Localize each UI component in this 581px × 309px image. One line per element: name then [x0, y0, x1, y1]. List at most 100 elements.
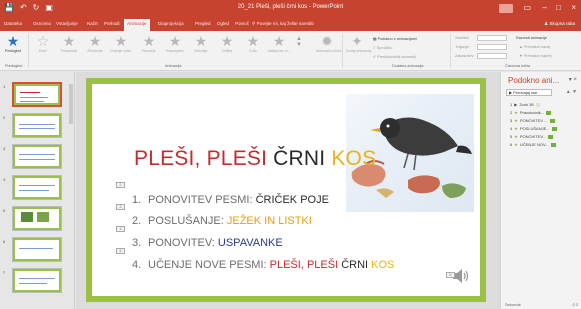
- animation-item[interactable]: 2 ★ Pravokotnik...: [510, 110, 552, 115]
- slide-thumbnail[interactable]: [12, 268, 62, 293]
- arrow-down-icon[interactable]: ▼: [572, 89, 577, 95]
- duration-input[interactable]: [477, 44, 507, 50]
- move-later-label: Premakni naprej: [523, 54, 552, 58]
- anim-random[interactable]: ★ Naključne vr...: [268, 33, 291, 53]
- effect-options-button[interactable]: ✹ Možnosti učinka: [316, 33, 342, 53]
- slide-thumbnail[interactable]: [12, 113, 62, 138]
- ribbon-tabs: Datoteka Osnovno Vstavljanje Načrt Preho…: [0, 18, 581, 31]
- start-select[interactable]: [477, 35, 507, 41]
- play-all-button[interactable]: ▶ Predvajaj vse: [506, 89, 552, 96]
- animation-pane-button[interactable]: ▦ Podokno z animacijami: [373, 36, 417, 41]
- thumb-image: [37, 212, 49, 222]
- animation-marker[interactable]: 5: [116, 248, 125, 254]
- anim-timing-bar: [546, 110, 552, 115]
- thumb-line: [19, 185, 55, 186]
- ribbon-separator: [450, 34, 451, 68]
- tab-help[interactable]: Pomoč: [235, 21, 249, 26]
- trigger-button[interactable]: ⚡ Sprožilec: [373, 45, 392, 50]
- anim-number: 2: [510, 110, 513, 115]
- arrow-up-icon[interactable]: ▲: [566, 89, 571, 95]
- maximize-icon[interactable]: □: [556, 3, 561, 12]
- seconds-label: Sekunde: [505, 302, 521, 307]
- star-icon: ★: [142, 33, 156, 49]
- tab-design[interactable]: Načrt: [87, 21, 98, 26]
- animation-marker[interactable]: 6: [446, 272, 455, 278]
- restore-icon[interactable]: ▭: [523, 3, 531, 12]
- thumbnails-scrollbar[interactable]: [69, 84, 73, 124]
- anim-shape[interactable]: ★ Oblika: [216, 33, 238, 53]
- reorder-arrows[interactable]: ▲ ▼: [566, 89, 577, 95]
- thumb-number: 5: [3, 208, 6, 213]
- agenda-item[interactable]: 2. POSLUŠANJE: JEŽEK IN LISTKI: [132, 215, 312, 227]
- anim-wipe[interactable]: ★ Brisanje: [190, 33, 212, 53]
- agenda-item[interactable]: 4. UČENJE NOVE PESMI: PLEŠI, PLEŠI ČRNI K…: [132, 259, 394, 271]
- slide-thumbnail[interactable]: [12, 82, 62, 107]
- ribbon-separator: [28, 34, 29, 68]
- anim-number: 5: [510, 134, 513, 139]
- pane-footer: Sekunde 0 2: [501, 299, 581, 309]
- anim-appear[interactable]: ★ Prikazanje: [58, 33, 80, 53]
- anim-wheel[interactable]: ★ Kolo: [242, 33, 264, 53]
- tab-review[interactable]: Pregled: [195, 21, 211, 26]
- signin-button[interactable]: [499, 4, 513, 13]
- share-button[interactable]: ♟ Skupna raba: [544, 21, 575, 27]
- animation-item[interactable]: 6 ★ UČENJE NOV...: [510, 142, 556, 147]
- slide-thumbnail[interactable]: [12, 175, 62, 200]
- star-icon: ★: [246, 33, 260, 49]
- minimize-icon[interactable]: –: [543, 3, 547, 12]
- animation-item[interactable]: 5 ★ PONOVITEV...: [510, 134, 554, 139]
- tab-view[interactable]: Ogled: [217, 21, 229, 26]
- tab-home[interactable]: Osnovno: [33, 21, 51, 26]
- thumb-frame: [13, 269, 61, 292]
- tab-slideshow[interactable]: Diaprojekcija: [158, 21, 184, 26]
- add-animation-button[interactable]: ✦ Dodaj animacijo: [346, 33, 372, 53]
- star-icon: ★: [114, 33, 128, 49]
- move-later-button[interactable]: ▼ Premakni naprej: [519, 54, 551, 58]
- delay-input[interactable]: [477, 53, 507, 59]
- painter-button[interactable]: ✐ Preslikovalnik animacij: [373, 54, 415, 59]
- animation-item[interactable]: 4 ★ POSLUŠANJE...: [510, 126, 557, 131]
- animation-marker[interactable]: 2: [116, 182, 125, 188]
- close-icon[interactable]: ×: [573, 77, 577, 83]
- slide-thumbnail[interactable]: [12, 206, 62, 231]
- preview-button[interactable]: ★ Predogled: [2, 33, 24, 53]
- tab-animations[interactable]: Animacije: [124, 19, 150, 31]
- trigger-icon: ⚡: [373, 46, 376, 50]
- tab-insert[interactable]: Vstavljanje: [56, 21, 78, 26]
- anim-none[interactable]: ☆ Brez: [32, 33, 54, 53]
- anim-timing-bar: [535, 102, 540, 107]
- move-earlier-label: Premakni nazaj: [523, 45, 550, 49]
- slide-title[interactable]: PLEŠI, PLEŠI ČRNI KOS: [134, 147, 376, 171]
- anim-label: POSLUŠANJE...: [519, 126, 550, 131]
- thumb-line: [19, 124, 55, 125]
- anim-label: Plavanje: [142, 49, 156, 53]
- agenda-item[interactable]: 3. PONOVITEV: USPAVANKE: [132, 237, 283, 249]
- animation-marker[interactable]: 4: [116, 226, 125, 232]
- tab-file[interactable]: Datoteka: [4, 21, 22, 26]
- star-icon: ★: [272, 33, 286, 49]
- play-icon: ▶: [509, 90, 513, 95]
- anim-label: Zbledenje: [87, 49, 103, 53]
- animation-item[interactable]: 3 ★ PONOVITEV ...: [510, 118, 555, 123]
- anim-fly-in[interactable]: ★ Letenje noter: [110, 33, 132, 53]
- gallery-scroll-icon[interactable]: ▲ ▼: [296, 36, 302, 48]
- agenda-item[interactable]: 1. PONOVITEV PESMI: ČRIČEK POJE: [132, 194, 329, 206]
- group-advanced-label: Dodatna animacija: [392, 64, 424, 68]
- chevron-down-icon[interactable]: ▾: [569, 77, 572, 83]
- slide-thumbnail[interactable]: [12, 144, 62, 169]
- slide-thumbnail[interactable]: [12, 237, 62, 262]
- tab-transitions[interactable]: Prehodi: [104, 21, 120, 26]
- animation-item[interactable]: 1 ▶ Zvok 38: [510, 102, 540, 107]
- thumb-line: [19, 283, 47, 284]
- anim-float[interactable]: ★ Plavanje: [138, 33, 160, 53]
- tell-me-box[interactable]: ⚲ Povejte mi, kaj želite narediti: [252, 21, 314, 27]
- animation-marker[interactable]: 3: [116, 204, 125, 210]
- anim-split[interactable]: ★ Razcepitev: [164, 33, 186, 53]
- anim-fade[interactable]: ★ Zbledenje: [84, 33, 106, 53]
- item-text: ČRIČEK POJE: [255, 194, 329, 206]
- item-text: UČENJE NOVE PESMI:: [148, 259, 270, 271]
- move-earlier-button[interactable]: ▲ Premakni nazaj: [519, 45, 550, 49]
- close-icon[interactable]: ×: [571, 3, 576, 12]
- pane-controls[interactable]: ▾ ×: [569, 76, 577, 83]
- arrow-down-icon: ▼: [519, 54, 523, 58]
